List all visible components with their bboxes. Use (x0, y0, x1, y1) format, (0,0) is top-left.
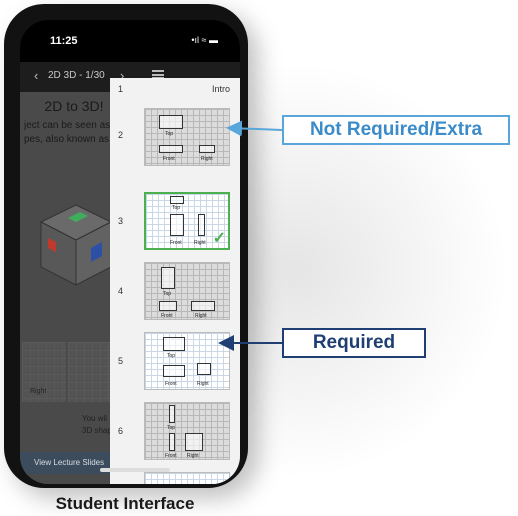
top-view-shape (161, 267, 175, 289)
view-label: Right (187, 453, 199, 459)
view-label: Top (167, 425, 176, 431)
view-lecture-slides-label: View Lecture Slides (34, 458, 105, 467)
figure-caption: Student Interface (55, 494, 195, 513)
view-label: Right (197, 381, 209, 387)
slide-number: 3 (118, 216, 124, 226)
slide-intro-label: Intro (211, 84, 230, 94)
view-label: Top (165, 131, 174, 137)
grid-thumbnail (68, 342, 112, 402)
slide-number: 1 (118, 84, 124, 94)
phone-frame: 11:25 •ıl ≈ ▬ ‹ 2D 3D - 1/30 › 2D to 3D!… (4, 4, 248, 488)
top-view-shape (169, 405, 175, 423)
right-view-shape (198, 214, 205, 236)
view-label: Right (201, 156, 213, 162)
view-label: Front (161, 313, 173, 319)
view-label: Top (172, 205, 181, 211)
top-view-shape (159, 115, 183, 129)
top-view-shape (170, 196, 184, 204)
view-label: Top (167, 353, 176, 359)
slide-thumbnail-2[interactable]: Top Front Right (144, 108, 230, 166)
view-label: Right (194, 240, 206, 246)
slide-thumbnail-4[interactable]: Top Front Right (144, 262, 230, 320)
slide-number: 6 (118, 426, 124, 436)
slide-thumbnail-5[interactable]: Top Front Right (144, 332, 230, 390)
home-indicator (100, 468, 170, 472)
lesson-text-line: ject can be seen as (24, 120, 111, 131)
back-chevron-icon[interactable]: ‹ (34, 68, 38, 83)
front-view-shape (163, 365, 185, 377)
lesson-progress-title: 2D 3D - 1/30 (48, 70, 105, 81)
signal-wifi-battery-icon: •ıl ≈ ▬ (191, 35, 218, 45)
view-label: Front (165, 381, 177, 387)
view-label: Front (163, 156, 175, 162)
slide-thumbnail-6[interactable]: Top Front Right (144, 402, 230, 460)
slide-thumbnail-3-current[interactable]: Top Front Right ✓ (144, 192, 230, 250)
top-view-shape (163, 337, 185, 351)
view-label: Top (163, 291, 172, 297)
slide-thumbnail-partial[interactable] (144, 472, 230, 484)
lesson-text-line: pes, also known as t (24, 134, 115, 145)
front-view-shape (159, 301, 177, 311)
lesson-note-line: You wil (82, 414, 108, 423)
status-bar: 11:25 •ıl ≈ ▬ (20, 20, 240, 62)
callout-required: Required (282, 328, 426, 358)
lesson-heading: 2D to 3D! (44, 98, 104, 114)
right-view-shape (191, 301, 215, 311)
lesson-note-line: 3D shap (82, 426, 112, 435)
view-label: Right (195, 313, 207, 319)
slide-navigator-panel: 1 Intro 2 Top Front Right 3 Top Front Ri… (110, 78, 240, 484)
right-view-shape (197, 363, 211, 375)
cube-illustration (39, 204, 113, 286)
grid-label: Right (30, 388, 47, 395)
view-label: Front (170, 240, 182, 246)
front-view-shape (170, 214, 184, 236)
slide-number: 5 (118, 356, 124, 366)
right-view-shape (185, 433, 203, 451)
slide-number: 4 (118, 286, 124, 296)
phone-screen: 11:25 •ıl ≈ ▬ ‹ 2D 3D - 1/30 › 2D to 3D!… (20, 20, 240, 484)
front-view-shape (159, 145, 183, 153)
callout-not-required: Not Required/Extra (282, 115, 510, 145)
status-time: 11:25 (50, 35, 78, 47)
right-view-shape (199, 145, 215, 153)
slide-item-intro[interactable]: 1 Intro (110, 78, 240, 104)
front-view-shape (169, 433, 175, 451)
check-icon: ✓ (212, 230, 226, 247)
view-label: Front (165, 453, 177, 459)
slide-number: 2 (118, 130, 124, 140)
